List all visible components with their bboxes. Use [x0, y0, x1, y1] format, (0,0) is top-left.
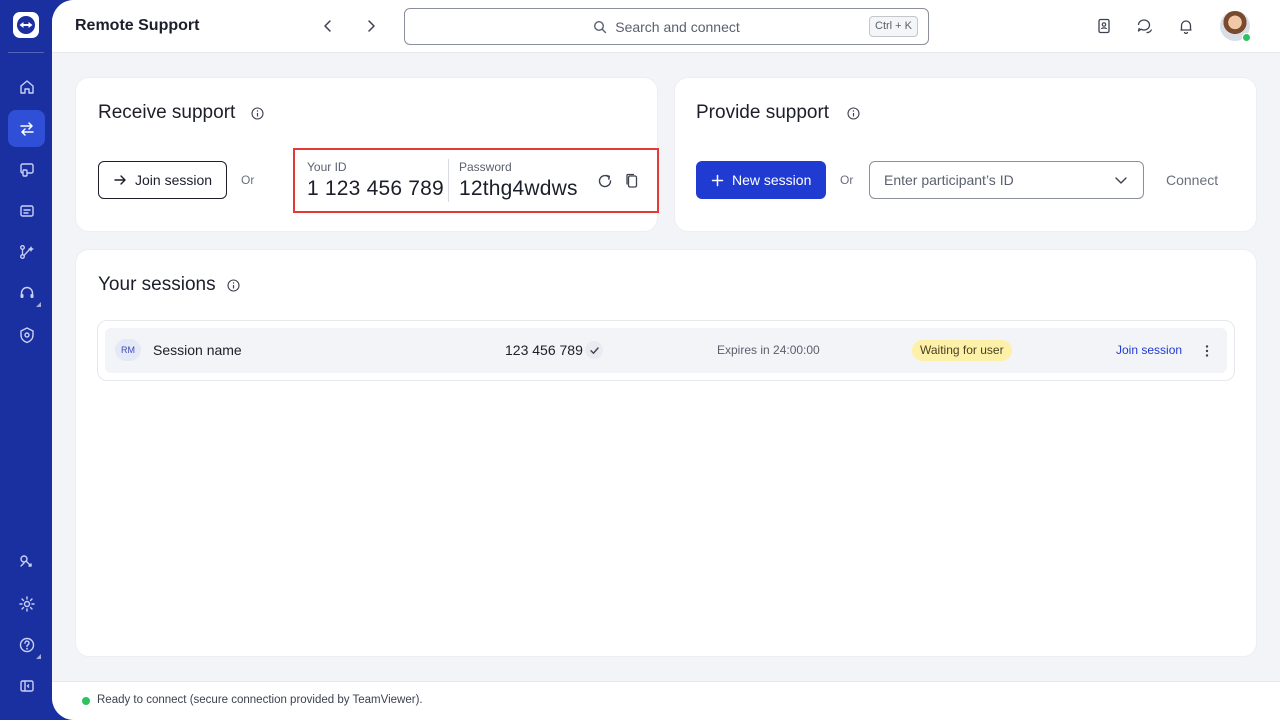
search-input[interactable]: Search and connect Ctrl + K	[404, 8, 929, 45]
notifications-button[interactable]	[1176, 16, 1196, 36]
expand-corner-icon	[36, 654, 41, 659]
your-id-value: 1 123 456 789	[307, 177, 444, 200]
devices-icon	[19, 162, 34, 177]
info-icon[interactable]	[251, 107, 264, 120]
headset-icon	[20, 286, 33, 298]
new-session-label: New session	[732, 172, 812, 188]
sidebar	[0, 0, 52, 720]
session-expires: Expires in 24:00:00	[717, 343, 820, 357]
sidebar-item-devices[interactable]	[8, 151, 45, 188]
session-list: RM Session name 123 456 789 Expires in 2…	[97, 320, 1235, 381]
expand-corner-icon	[36, 302, 41, 307]
session-initials-badge: RM	[115, 339, 141, 361]
connection-status-text: Ready to connect (secure connection prov…	[97, 694, 423, 706]
sidebar-collapse-button[interactable]	[8, 667, 45, 704]
sidebar-item-help[interactable]	[8, 626, 45, 663]
search-placeholder: Search and connect	[615, 18, 740, 35]
sessions-title: Your sessions	[98, 274, 216, 295]
receive-support-card: Receive support Join session Or Your ID …	[75, 77, 659, 232]
search-shortcut: Ctrl + K	[869, 16, 918, 37]
or-label: Or	[840, 173, 854, 187]
contacts-button[interactable]	[1094, 16, 1114, 36]
teamviewer-logo-icon[interactable]	[13, 12, 39, 38]
id-password-box: Your ID 1 123 456 789 Password 12thg4wdw…	[293, 148, 659, 213]
receive-support-title: Receive support	[98, 102, 236, 123]
monitor-icon	[19, 204, 34, 217]
copy-button[interactable]	[623, 172, 641, 190]
participant-id-placeholder: Enter participant’s ID	[884, 172, 1014, 188]
status-bar: Ready to connect (secure connection prov…	[52, 681, 1280, 720]
sidebar-divider	[8, 52, 44, 53]
plus-icon	[711, 174, 724, 186]
collapse-sidebar-icon	[19, 679, 34, 692]
arrow-right-icon	[114, 175, 126, 185]
search-icon	[594, 20, 607, 33]
participant-id-input[interactable]: Enter participant’s ID	[869, 161, 1144, 199]
sidebar-item-home[interactable]	[8, 68, 45, 105]
topbar: Remote Support Search and connect Ctrl +…	[52, 0, 1280, 53]
sidebar-item-monitoring[interactable]	[8, 192, 45, 229]
home-icon	[19, 79, 34, 94]
contacts-icon	[1098, 18, 1110, 34]
id-divider	[448, 159, 449, 202]
join-session-button[interactable]: Join session	[98, 161, 228, 199]
session-id: 123 456 789	[505, 342, 583, 358]
settings-shield-icon	[19, 326, 34, 343]
provide-support-title: Provide support	[696, 102, 830, 123]
connect-icon	[19, 554, 32, 567]
sidebar-item-support[interactable]	[8, 274, 45, 311]
info-icon[interactable]	[227, 279, 240, 292]
forward-icon	[368, 20, 375, 32]
connect-button[interactable]: Connect	[1166, 172, 1218, 188]
provide-support-card: Provide support New session Or Enter par…	[674, 77, 1257, 232]
online-status-dot	[1242, 33, 1251, 42]
main-content: Remote Support Search and connect Ctrl +…	[52, 0, 1280, 720]
sidebar-item-remote-support[interactable]	[8, 110, 45, 147]
join-session-label: Join session	[135, 172, 213, 188]
sessions-card: Your sessions RM Session name 123 456 78…	[75, 249, 1257, 657]
status-badge: Waiting for user	[912, 340, 1012, 361]
more-options-button[interactable]	[1197, 341, 1217, 361]
password-value: 12thg4wdws	[459, 177, 578, 200]
remote-support-icon	[19, 121, 34, 136]
table-row[interactable]: RM Session name 123 456 789 Expires in 2…	[105, 328, 1227, 373]
gear-icon	[18, 595, 35, 612]
new-session-button[interactable]: New session	[696, 161, 827, 199]
chat-icon	[1137, 19, 1153, 34]
join-session-link[interactable]: Join session	[1116, 343, 1182, 357]
help-icon	[19, 637, 34, 652]
chat-button[interactable]	[1135, 16, 1155, 36]
connection-status-dot	[82, 697, 90, 705]
or-label: Or	[241, 173, 255, 187]
chevron-down-icon	[1115, 177, 1127, 184]
forward-button[interactable]	[359, 14, 383, 38]
sidebar-item-flows[interactable]	[8, 233, 45, 270]
info-icon[interactable]	[847, 107, 860, 120]
sidebar-item-connect[interactable]	[8, 543, 45, 580]
sidebar-item-settings[interactable]	[8, 585, 45, 622]
your-id-label: Your ID	[307, 160, 347, 174]
app-title: Remote Support	[75, 17, 200, 34]
refresh-icon	[598, 174, 612, 188]
copy-icon	[626, 173, 638, 188]
kebab-menu-icon	[1205, 345, 1209, 357]
flows-icon	[19, 244, 34, 259]
session-name: Session name	[153, 342, 242, 358]
password-label: Password	[459, 160, 512, 174]
sidebar-item-security[interactable]	[8, 316, 45, 353]
back-button[interactable]	[316, 14, 340, 38]
back-icon	[324, 20, 331, 32]
check-icon	[585, 341, 603, 359]
bell-icon	[1180, 20, 1192, 34]
refresh-password-button[interactable]	[596, 172, 614, 190]
